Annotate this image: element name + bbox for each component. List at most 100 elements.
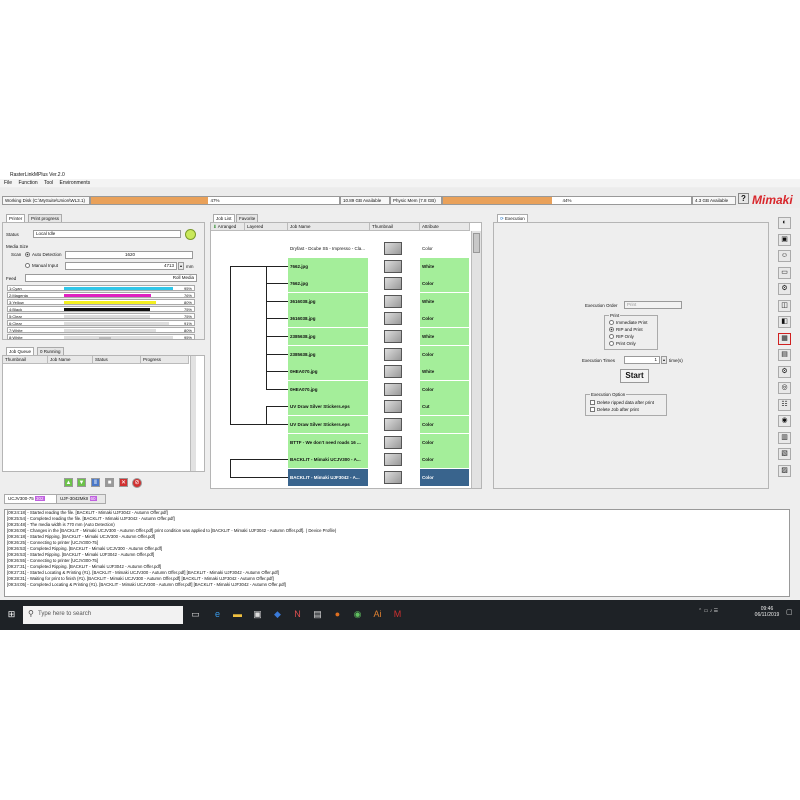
tab-running[interactable]: 0 Running [37, 347, 64, 355]
job-row[interactable]: Dryfast - Dcube S5 - Impresso - Cla... Co… [288, 240, 469, 257]
tab-favorite[interactable]: Favorite [236, 214, 259, 222]
option-immediate-print[interactable]: Immediate Print [609, 320, 648, 326]
col-arranged[interactable]: ⬇ Arranged [211, 223, 245, 231]
ink-row: 3:Yellow 80% [7, 299, 195, 305]
option-print-only[interactable]: Print Only [609, 341, 636, 347]
menu-tool[interactable]: Tool [44, 180, 53, 186]
manual-input-field[interactable]: 4713 [65, 262, 177, 270]
col-attribute[interactable]: Attribute [420, 223, 470, 231]
job-row[interactable]: BTTF - We don't need roads 16 ... Color [288, 433, 469, 451]
menu-function[interactable]: Function [18, 180, 37, 186]
app-icon-1[interactable]: ▤ [312, 609, 323, 620]
clock[interactable]: 09:46 06/11/2019 [752, 606, 782, 618]
cancel-icon[interactable]: ⊘ [132, 478, 142, 488]
gear-icon[interactable]: ⚙ [778, 365, 791, 378]
printer-tab-ucjv300[interactable]: UCJV300-75 302 [4, 494, 62, 504]
rasterlink-icon[interactable]: M [392, 609, 403, 620]
job-row[interactable]: UV Draw Silver Stickers.eps Cut [288, 398, 469, 416]
tray-icons[interactable]: ⌃ ▭ ♪ ☰ [698, 608, 718, 614]
dropbox-icon[interactable]: ◆ [272, 609, 283, 620]
job-row[interactable]: 0HEA070.jpg Color [288, 380, 469, 398]
col-thumb[interactable]: Thumbnail [370, 223, 420, 231]
option-rip-and-print[interactable]: RIP and Print [609, 327, 643, 333]
doc-icon[interactable]: ▧ [778, 448, 791, 460]
tab-execution[interactable]: ⟳ Execution [497, 214, 528, 222]
splitter-handle[interactable] [99, 337, 111, 339]
layout-icon[interactable]: ▣ [778, 233, 791, 246]
job-row[interactable]: UV Draw Silver Stickers.eps Color [288, 416, 469, 433]
delete-job-checkbox[interactable]: Delete Job after print [590, 407, 639, 413]
job-row[interactable]: 7662.jpg Color [288, 275, 469, 293]
windows-start-icon[interactable]: ⊞ [6, 609, 17, 620]
tab-job-list[interactable]: Job List [213, 214, 235, 222]
execution-order-select[interactable]: Print [624, 301, 682, 309]
auto-detection-radio[interactable]: Auto Detection [25, 252, 62, 258]
report-icon[interactable]: ▥ [778, 431, 791, 444]
nav-icon[interactable]: ◐ [778, 217, 791, 229]
menu-environments[interactable]: Environments [60, 180, 91, 186]
job-row[interactable]: BACKLIT - Mimaki UJF3042 - A... Color [288, 468, 469, 486]
col-job-name[interactable]: Job Name [48, 356, 93, 364]
move-top-icon[interactable]: ▲ [64, 478, 73, 487]
job-row[interactable]: 3616038.jpg White [288, 292, 469, 310]
job-row[interactable]: 0HEA070.jpg White [288, 363, 469, 381]
help-button[interactable]: ? [738, 193, 749, 204]
manual-input-radio[interactable]: Manual Input [25, 263, 58, 269]
tab-job-queue[interactable]: Job Queue [6, 347, 35, 355]
color-icon[interactable]: ◉ [778, 415, 791, 427]
queue-scrollbar[interactable] [190, 356, 196, 471]
doc2-icon[interactable]: ▨ [778, 464, 791, 477]
list-icon[interactable]: ▤ [778, 349, 791, 361]
taskbar-search[interactable]: ⚲ Type here to search [23, 606, 183, 624]
job-attribute: Color [420, 433, 469, 451]
tab-printer[interactable]: Printer [6, 214, 26, 222]
col-layered[interactable]: Layered [245, 223, 288, 231]
job-row[interactable]: 3616038.jpg Color [288, 310, 469, 328]
job-thumbnail [370, 328, 418, 345]
illustrator-icon[interactable]: Ai [372, 609, 383, 620]
move-bottom-icon[interactable]: ▼ [77, 478, 86, 487]
job-row[interactable]: BACKLIT - Mimaki UCJV300 - A... Color [288, 451, 469, 469]
delete-ripped-checkbox[interactable]: Delete ripped data after print [590, 400, 654, 406]
tab-print-progress[interactable]: Print progress [28, 214, 63, 222]
col-status[interactable]: Status [93, 356, 141, 364]
printer-tab-ujf3042[interactable]: UJF-3042MkII 60 [56, 494, 106, 504]
edge-icon[interactable]: e [212, 609, 223, 620]
panel-icon[interactable]: ◫ [778, 299, 791, 312]
window-icon[interactable]: ▭ [778, 266, 791, 279]
notifications-icon[interactable]: ▢ [786, 608, 793, 616]
physical-mem-percent: 44% [562, 198, 572, 203]
pause-icon[interactable]: Ⅱ [91, 478, 100, 487]
status-label: Status [6, 232, 19, 237]
settings-icon[interactable]: ⚙ [778, 283, 791, 295]
menu-icon[interactable]: ☷ [778, 398, 791, 411]
task-view-icon[interactable]: ▭ [190, 609, 201, 620]
option-rip-only[interactable]: RIP Only [609, 334, 634, 340]
job-row[interactable]: 2385638.jpg Color [288, 345, 469, 363]
file-explorer-icon[interactable]: ▬ [232, 609, 243, 620]
execution-times-field[interactable]: 1 [624, 356, 660, 364]
job-row[interactable]: 7662.jpg White [288, 257, 469, 275]
col-progress[interactable]: Progress [141, 356, 189, 364]
col-jobname[interactable]: Job Name [288, 223, 370, 231]
face-icon[interactable]: ☺ [778, 250, 791, 262]
menu-file[interactable]: File [4, 180, 12, 186]
start-button[interactable]: Start [620, 369, 649, 383]
col-thumbnail[interactable]: Thumbnail [3, 356, 48, 364]
tree-line [266, 389, 288, 390]
store-icon[interactable]: ▣ [252, 609, 263, 620]
execution-order-label: Execution Order [585, 303, 618, 308]
firefox-icon[interactable]: ● [332, 609, 343, 620]
delete-icon[interactable]: ✕ [119, 478, 128, 487]
job-row[interactable]: 2385638.jpg White [288, 328, 469, 345]
times-spinner[interactable]: ▴ [661, 356, 667, 364]
app-icon-2[interactable]: ◉ [352, 609, 363, 620]
manual-spinner[interactable]: ▴ [178, 262, 184, 270]
ink-row: 2:Magenta 76% [7, 292, 195, 298]
job-list-scrollbar[interactable] [471, 231, 481, 488]
grid-icon[interactable]: ▦ [778, 332, 791, 345]
split-icon[interactable]: ◧ [778, 316, 791, 328]
stop-icon[interactable]: ■ [105, 478, 114, 487]
netflix-icon[interactable]: N [292, 609, 303, 620]
target-icon[interactable]: ◎ [778, 382, 791, 394]
